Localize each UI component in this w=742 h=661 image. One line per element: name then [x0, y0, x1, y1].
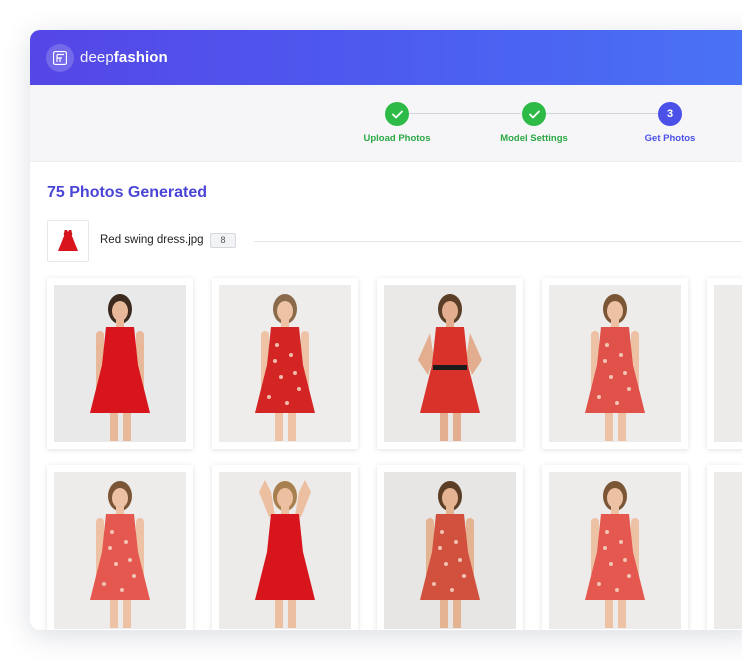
generated-photo-card[interactable]	[47, 278, 193, 449]
generated-photo	[714, 472, 742, 629]
generated-photo	[219, 285, 351, 442]
source-file-name: Red swing dress.jpg	[100, 234, 204, 246]
generated-photo-card[interactable]	[377, 465, 523, 630]
progress-steps: Upload Photos Model Settings 3 Get Photo…	[30, 85, 742, 162]
step-3-number[interactable]: 3	[658, 102, 682, 126]
generated-photo-card[interactable]	[377, 278, 523, 449]
divider	[254, 241, 742, 242]
source-file-count-badge: 8	[210, 233, 236, 248]
app-window: deepfashion Upload Photos Model Settings…	[30, 30, 742, 630]
generated-photo	[219, 472, 351, 629]
generated-photo	[384, 472, 516, 629]
step-2-check-icon[interactable]	[522, 102, 546, 126]
generated-photo-card[interactable]	[707, 465, 742, 630]
generated-photo-card[interactable]	[47, 465, 193, 630]
brand-light: deep	[80, 49, 114, 66]
generated-photo	[549, 472, 681, 629]
generated-photo	[54, 472, 186, 629]
app-header: deepfashion	[30, 30, 742, 85]
generated-photo-card[interactable]	[212, 278, 358, 449]
generated-photo	[54, 285, 186, 442]
step-2-label[interactable]: Model Settings	[500, 133, 568, 144]
generated-photo-card[interactable]	[542, 465, 688, 630]
step-1-label[interactable]: Upload Photos	[363, 133, 430, 144]
step-connector	[409, 113, 521, 114]
generated-photo	[549, 285, 681, 442]
step-3-label[interactable]: Get Photos	[645, 133, 696, 144]
generated-photo	[384, 285, 516, 442]
step-connector	[546, 113, 658, 114]
results-title: 75 Photos Generated	[47, 184, 208, 201]
step-1-check-icon[interactable]	[385, 102, 409, 126]
fashion-logo-icon[interactable]	[46, 44, 74, 72]
generated-photo-card[interactable]	[212, 465, 358, 630]
source-file-thumbnail[interactable]	[47, 220, 89, 262]
generated-photo	[714, 285, 742, 442]
brand-name[interactable]: deepfashion	[80, 49, 168, 66]
brand-bold: fashion	[113, 49, 168, 66]
generated-photo-card[interactable]	[542, 278, 688, 449]
generated-photo-card[interactable]	[707, 278, 742, 449]
